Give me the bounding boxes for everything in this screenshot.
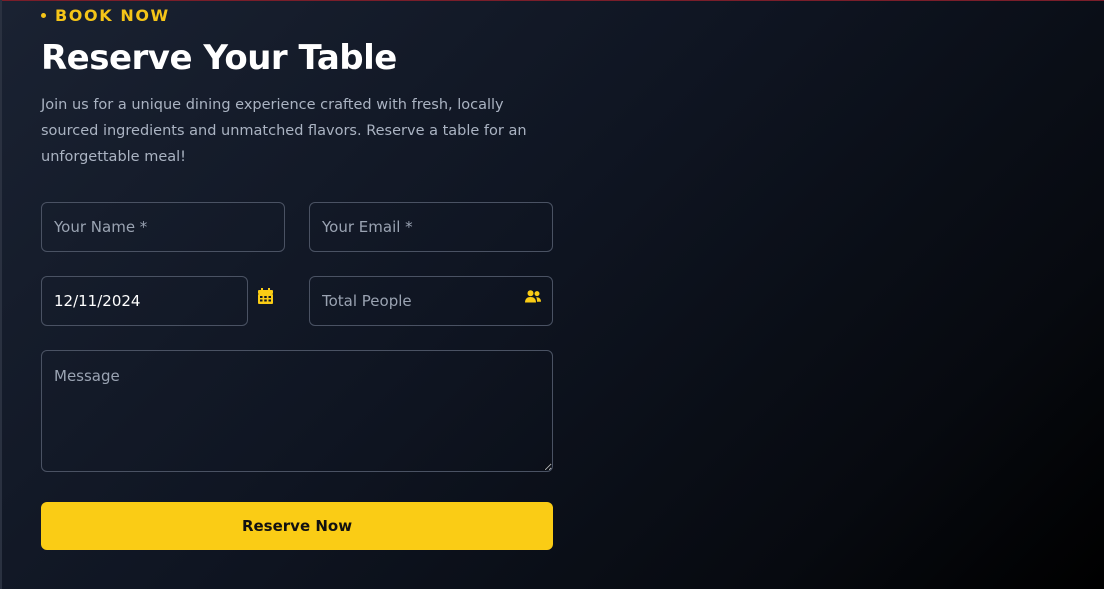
section-description: Join us for a unique dining experience c… <box>41 97 527 165</box>
eyebrow: BOOK NOW <box>41 4 553 26</box>
total-people-input[interactable] <box>309 276 553 326</box>
date-field-wrapper <box>41 276 285 326</box>
bullet-dot-icon <box>41 12 46 18</box>
section-title: Reserve Your Table <box>41 38 397 78</box>
email-field-wrapper <box>309 202 553 252</box>
left-edge-divider <box>0 0 2 589</box>
email-input[interactable] <box>309 202 553 252</box>
name-input[interactable] <box>41 202 285 252</box>
top-accent-line <box>0 0 1104 1</box>
form-row-contact <box>41 202 553 252</box>
calendar-icon[interactable] <box>258 288 273 304</box>
people-field-wrapper <box>309 276 553 326</box>
name-field-wrapper <box>41 202 285 252</box>
form-row-booking <box>41 276 553 326</box>
reserve-now-button[interactable]: Reserve Now <box>41 502 553 550</box>
date-input[interactable] <box>41 276 248 326</box>
message-textarea[interactable] <box>41 350 553 472</box>
people-icon <box>525 290 541 303</box>
reservation-section: BOOK NOW Reserve Your Table Join us for … <box>41 4 553 550</box>
eyebrow-label: BOOK NOW <box>55 5 170 25</box>
reservation-form: Reserve Now <box>41 202 553 550</box>
